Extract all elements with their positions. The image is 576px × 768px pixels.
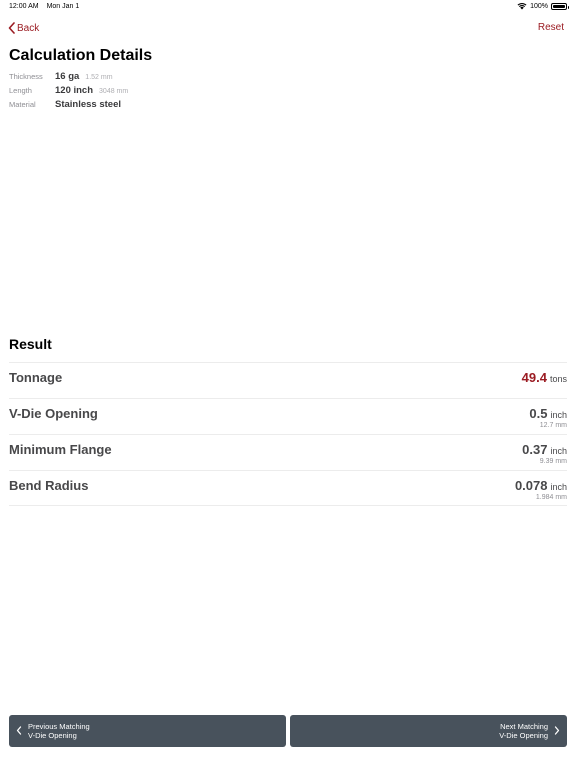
back-label: Back <box>17 22 40 34</box>
result-label: Bend Radius <box>9 478 89 493</box>
result-unit: inch <box>550 446 567 456</box>
result-metric: 12.7 mm <box>539 422 567 429</box>
detail-sub: 3048 mm <box>99 88 129 95</box>
previous-matching-label: Previous Matching V-Die Opening <box>28 722 90 740</box>
detail-row-length: Length 120 inch 3048 mm <box>9 85 128 99</box>
detail-value: Stainless steel <box>55 99 122 110</box>
result-row-minimum-flange: Minimum Flange 0.37 inch 9.39 mm <box>9 434 567 470</box>
detail-value: 16 ga <box>55 71 80 82</box>
status-time: 12:00 AM <box>9 3 39 10</box>
result-value: 0.37 inch <box>522 442 567 457</box>
next-line-2: V-Die Opening <box>499 731 548 740</box>
detail-value: 120 inch <box>55 85 94 96</box>
next-line-1: Next Matching <box>500 722 548 731</box>
detail-row-thickness: Thickness 16 ga 1.52 mm <box>9 71 128 85</box>
detail-label: Thickness <box>9 72 43 81</box>
result-label: V-Die Opening <box>9 406 98 421</box>
result-value: 0.078 inch <box>515 478 567 493</box>
result-number: 0.37 <box>522 442 548 457</box>
status-bar: 12:00 AM Mon Jan 1 100% <box>0 0 576 14</box>
detail-sub: 1.52 mm <box>85 74 113 81</box>
calculation-details: Thickness 16 ga 1.52 mm Length 120 inch … <box>9 71 128 113</box>
status-right: 100% <box>517 2 569 10</box>
previous-line-1: Previous Matching <box>28 722 90 731</box>
next-matching-button[interactable]: Next Matching V-Die Opening <box>290 715 567 747</box>
detail-label: Material <box>9 100 36 109</box>
result-row-bend-radius: Bend Radius 0.078 inch 1.984 mm <box>9 470 567 506</box>
result-number: 49.4 <box>521 370 547 385</box>
battery-percent: 100% <box>530 2 548 10</box>
result-value: 0.5 inch <box>529 406 567 421</box>
chevron-left-icon <box>16 726 22 735</box>
results-list: Tonnage 49.4 tons V-Die Opening 0.5 inch… <box>9 362 567 506</box>
wifi-icon <box>517 2 527 10</box>
result-title: Result <box>9 336 52 352</box>
status-left: 12:00 AM Mon Jan 1 <box>9 3 79 10</box>
chevron-left-icon <box>8 22 15 34</box>
back-button[interactable]: Back <box>8 20 39 36</box>
status-date: Mon Jan 1 <box>46 3 80 10</box>
detail-label: Length <box>9 86 32 95</box>
result-value: 49.4 tons <box>522 370 567 385</box>
previous-matching-button[interactable]: Previous Matching V-Die Opening <box>9 715 286 747</box>
chevron-right-icon <box>554 726 560 735</box>
result-unit: inch <box>550 410 567 420</box>
result-label: Tonnage <box>9 370 63 385</box>
reset-button[interactable]: Reset <box>538 22 564 33</box>
result-unit: tons <box>549 374 567 384</box>
battery-icon <box>551 2 569 10</box>
result-metric: 9.39 mm <box>539 458 567 465</box>
page-title: Calculation Details <box>9 47 153 64</box>
previous-line-2: V-Die Opening <box>28 731 77 740</box>
detail-row-material: Material Stainless steel <box>9 99 128 113</box>
next-matching-label: Next Matching V-Die Opening <box>499 722 548 740</box>
result-number: 0.5 <box>529 406 548 421</box>
result-unit: inch <box>550 482 567 492</box>
result-number: 0.078 <box>514 478 548 493</box>
result-row-tonnage: Tonnage 49.4 tons <box>9 362 567 398</box>
result-row-v-die-opening: V-Die Opening 0.5 inch 12.7 mm <box>9 398 567 434</box>
result-metric: 1.984 mm <box>535 494 567 501</box>
result-label: Minimum Flange <box>9 442 112 457</box>
